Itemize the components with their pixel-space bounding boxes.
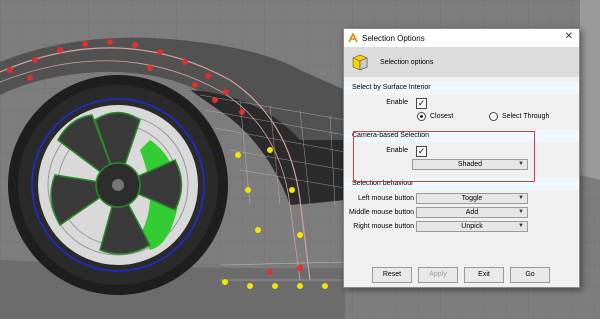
radio-unselected-icon: [489, 112, 498, 121]
surface-enable-row: Enable ✓: [344, 97, 579, 111]
left-mouse-label: Left mouse button: [357, 195, 414, 202]
right-mouse-value: Unpick: [461, 223, 483, 230]
checkmark-icon: ✓: [417, 98, 426, 108]
triangle-down-icon: ▼: [518, 223, 524, 229]
left-mouse-dropdown[interactable]: Toggle ▼: [416, 193, 528, 204]
apply-button[interactable]: Apply: [418, 267, 458, 283]
closest-radio[interactable]: Closest: [417, 112, 453, 121]
select-through-radio[interactable]: Select Through: [489, 112, 549, 121]
reset-button[interactable]: Reset: [372, 267, 412, 283]
alias-a-icon: [348, 33, 358, 43]
dialog-button-bar: Reset Apply Exit Go: [344, 267, 579, 287]
header-text: Selection options: [380, 58, 434, 66]
triangle-down-icon: ▼: [518, 195, 524, 201]
select-through-label: Select Through: [502, 113, 550, 120]
surface-mode-row: Closest Select Through: [344, 111, 579, 125]
middle-mouse-label: Middle mouse button: [349, 209, 414, 216]
dialog-title: Selection Options: [362, 33, 425, 43]
triangle-down-icon: ▼: [518, 209, 524, 215]
surface-enable-label: Enable: [386, 99, 408, 106]
surface-enable-checkbox[interactable]: ✓: [416, 98, 427, 109]
camera-selection-highlight: [353, 131, 535, 182]
dialog-titlebar[interactable]: Selection Options ✕: [344, 29, 579, 47]
right-mouse-row: Right mouse button Unpick ▼: [344, 221, 579, 235]
radio-selected-icon: [417, 112, 426, 121]
right-mouse-label: Right mouse button: [353, 223, 414, 230]
selection-cube-icon: [352, 54, 368, 71]
right-mouse-dropdown[interactable]: Unpick ▼: [416, 221, 528, 232]
dialog-header: Selection options: [344, 47, 579, 77]
middle-mouse-dropdown[interactable]: Add ▼: [416, 207, 528, 218]
go-button[interactable]: Go: [510, 267, 550, 283]
exit-button[interactable]: Exit: [464, 267, 504, 283]
left-mouse-value: Toggle: [461, 195, 483, 202]
surface-interior-heading: Select by Surface Interior: [344, 82, 579, 94]
close-icon[interactable]: ✕: [565, 32, 573, 42]
closest-label: Closest: [430, 113, 454, 120]
middle-mouse-value: Add: [465, 209, 479, 216]
left-mouse-row: Left mouse button Toggle ▼: [344, 193, 579, 207]
middle-mouse-row: Middle mouse button Add ▼: [344, 207, 579, 221]
